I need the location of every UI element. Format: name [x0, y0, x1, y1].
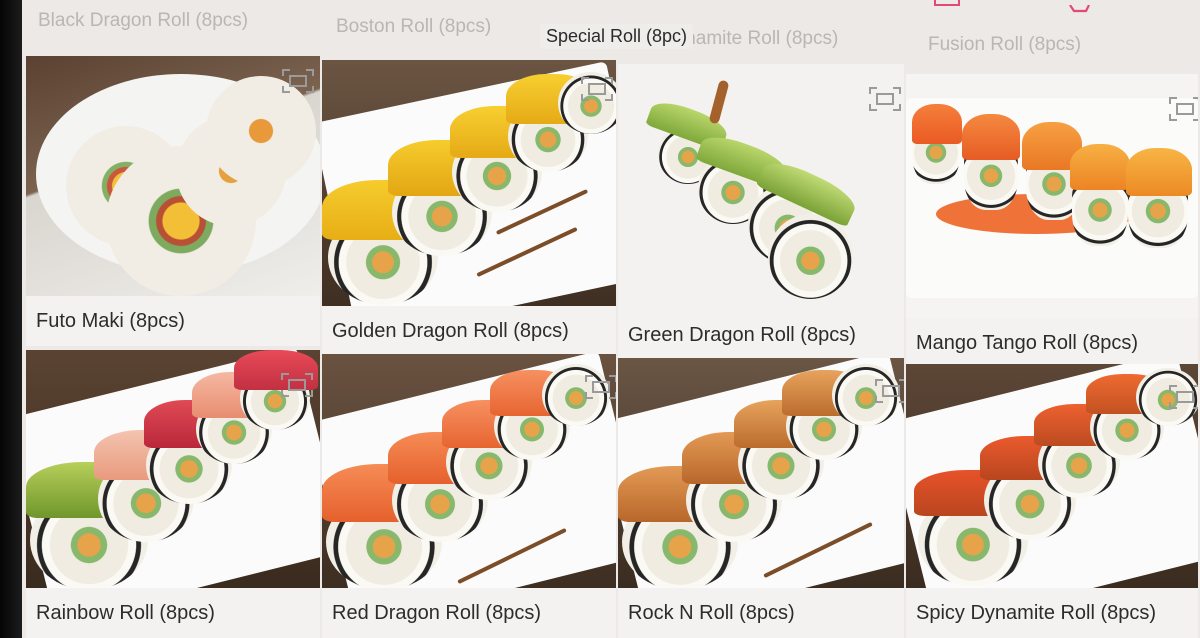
category-strip: Black Dragon Roll (8pcs) Boston Roll (8p… [22, 0, 1200, 60]
item-photo [26, 350, 320, 588]
item-name: Rainbow Roll (8pcs) [26, 588, 320, 638]
cart-icon[interactable] [1068, 0, 1092, 13]
expand-icon[interactable] [1168, 384, 1198, 410]
item-name: Futo Maki (8pcs) [26, 296, 320, 346]
expand-icon[interactable] [1168, 96, 1198, 122]
item-name: Green Dragon Roll (8pcs) [618, 310, 904, 360]
item-name: Golden Dragon Roll (8pcs) [322, 306, 616, 356]
expand-icon[interactable] [281, 68, 315, 94]
menu-item-red-dragon-roll[interactable]: Red Dragon Roll (8pcs) [322, 354, 616, 638]
menu-item-golden-dragon-roll[interactable]: Golden Dragon Roll (8pcs) [322, 60, 616, 356]
item-photo [618, 358, 904, 588]
item-photo [26, 56, 320, 296]
menu-item-mango-tango-roll[interactable]: Mango Tango Roll (8pcs) [906, 74, 1198, 368]
expand-icon[interactable] [874, 378, 904, 404]
menu-icon[interactable] [934, 0, 960, 6]
expand-icon[interactable] [580, 76, 614, 102]
shrimp-tail [708, 79, 730, 125]
expand-icon[interactable] [584, 374, 616, 400]
expand-icon[interactable] [868, 86, 902, 112]
expand-icon[interactable] [280, 372, 314, 398]
mango-topping [1126, 148, 1192, 196]
menu-item-rainbow-roll[interactable]: Rainbow Roll (8pcs) [26, 350, 320, 638]
roll-piece [768, 214, 853, 299]
menu-item-rock-n-roll[interactable]: Rock N Roll (8pcs) [618, 358, 904, 638]
item-photo [618, 64, 904, 310]
item-name: Rock N Roll (8pcs) [618, 588, 904, 638]
category-label[interactable]: Fusion Roll (8pcs) [928, 34, 1081, 56]
category-label[interactable]: Boston Roll (8pcs) [336, 16, 491, 38]
item-photo [322, 60, 616, 306]
item-photo [322, 354, 616, 588]
active-category-label[interactable]: Special Roll (8pc) [540, 24, 694, 49]
item-name: Spicy Dynamite Roll (8pcs) [906, 588, 1198, 638]
device-bezel [0, 0, 22, 638]
salmon-topping [962, 114, 1020, 160]
menu-item-futo-maki[interactable]: Futo Maki (8pcs) [26, 56, 320, 346]
menu-item-green-dragon-roll[interactable]: Green Dragon Roll (8pcs) [618, 64, 904, 360]
item-name: Red Dragon Roll (8pcs) [322, 588, 616, 638]
menu-screen: Black Dragon Roll (8pcs) Boston Roll (8p… [22, 0, 1200, 638]
item-name: Mango Tango Roll (8pcs) [906, 318, 1198, 368]
category-label[interactable]: Black Dragon Roll (8pcs) [38, 10, 248, 32]
item-photo [906, 74, 1198, 318]
menu-item-spicy-dynamite-roll[interactable]: Spicy Dynamite Roll (8pcs) [906, 364, 1198, 638]
mango-topping [1070, 144, 1130, 190]
salmon-topping [912, 104, 962, 144]
item-photo [906, 364, 1198, 588]
